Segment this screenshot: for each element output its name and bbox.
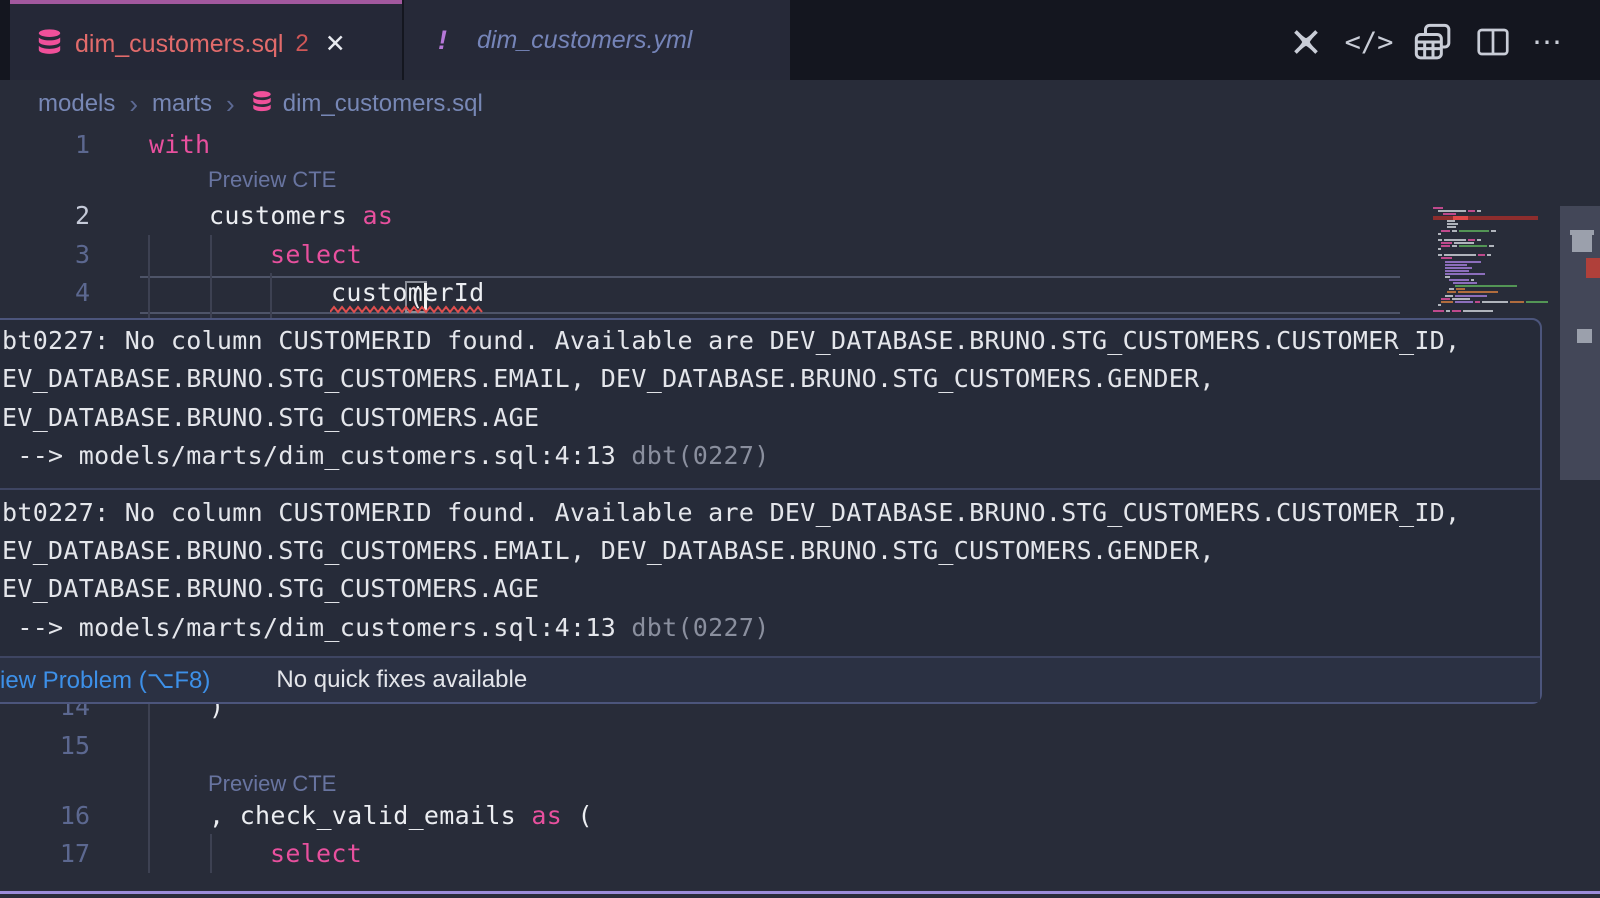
- editor-window: dim_customers.sql 2 ✕ ! dim_customers.ym…: [0, 0, 1600, 898]
- error-location: --> models/marts/dim_customers.sql:4:13 …: [2, 437, 1530, 475]
- minimap-code-line: [1404, 233, 1544, 235]
- minimap[interactable]: [1404, 207, 1544, 327]
- error-text: bt0227: No column CUSTOMERID found. Avai…: [2, 322, 1530, 360]
- code-line-1[interactable]: 1 with: [0, 125, 1400, 164]
- minimap-code-line: [1404, 254, 1544, 256]
- error-hover-popup: bt0227: No column CUSTOMERID found. Avai…: [0, 318, 1542, 704]
- minimap-code-line: [1404, 267, 1544, 269]
- tab-dim-customers-yml[interactable]: ! dim_customers.yml: [404, 0, 790, 80]
- code-line-4[interactable]: 4 customerId: [0, 273, 1400, 312]
- error-text: EV_DATABASE.BRUNO.STG_CUSTOMERS.EMAIL, D…: [2, 532, 1530, 570]
- code-text: with: [149, 125, 210, 164]
- warning-bang-icon: !: [438, 25, 447, 56]
- code-text: select: [270, 834, 362, 873]
- minimap-code-line: [1404, 261, 1544, 263]
- error-message-block: bt0227: No column CUSTOMERID found. Avai…: [0, 490, 1540, 657]
- ruler-mark: [1572, 234, 1592, 252]
- minimap-code-line: [1404, 298, 1544, 300]
- breadcrumb-models[interactable]: models: [38, 90, 115, 118]
- close-icon[interactable]: ✕: [325, 29, 346, 59]
- more-actions-icon[interactable]: ⋯: [1522, 22, 1574, 62]
- minimap-code-line: [1404, 291, 1544, 293]
- code-text: customers as: [209, 196, 393, 235]
- tab-label: dim_customers.yml: [477, 26, 692, 55]
- error-code: dbt(0227): [631, 613, 769, 642]
- error-text: EV_DATABASE.BRUNO.STG_CUSTOMERS.EMAIL, D…: [2, 360, 1530, 398]
- minimap-code-line: [1404, 257, 1544, 259]
- error-text: bt0227: No column CUSTOMERID found. Avai…: [2, 494, 1530, 532]
- code-line-2[interactable]: 2 customers as: [0, 196, 1400, 235]
- line-number: 2: [0, 196, 90, 235]
- database-icon: [36, 28, 63, 60]
- error-squiggle: [330, 305, 486, 314]
- view-problem-link[interactable]: iew Problem (⌥F8): [0, 666, 210, 695]
- minimap-code-line: [1404, 301, 1544, 303]
- scrollbar[interactable]: [1558, 160, 1600, 898]
- minimap-code-line: [1404, 230, 1544, 232]
- minimap-code-line: [1404, 242, 1544, 244]
- minimap-code-line: [1404, 276, 1544, 278]
- line-number: 15: [0, 726, 90, 765]
- minimap-code-line: [1404, 245, 1544, 247]
- panel-border-line: [0, 891, 1600, 894]
- line-number: 16: [0, 796, 90, 835]
- code-text: select: [270, 235, 362, 274]
- minimap-code-line: [1404, 270, 1544, 272]
- codelens-preview-cte[interactable]: Preview CTE: [208, 164, 336, 196]
- breadcrumb-file[interactable]: dim_customers.sql: [283, 90, 483, 118]
- code-line-15[interactable]: 15: [0, 726, 1400, 765]
- line-number: 3: [0, 235, 90, 274]
- line-number: 1: [0, 125, 90, 164]
- line-number: 4: [0, 273, 90, 312]
- minimap-code-line: [1404, 210, 1544, 212]
- breadcrumb: models › marts › dim_customers.sql: [38, 84, 483, 124]
- tab-error-count-badge: 2: [295, 30, 308, 58]
- minimap-code-line: [1404, 226, 1544, 228]
- tab-label: dim_customers.sql: [75, 30, 283, 59]
- code-line-3[interactable]: 3 select: [0, 235, 1400, 274]
- minimap-code-line: [1404, 207, 1544, 209]
- minimap-code-line: [1404, 279, 1544, 281]
- minimap-code-line: [1404, 213, 1544, 215]
- minimap-code-line: [1404, 288, 1544, 290]
- quick-fix-status: No quick fixes available: [276, 666, 527, 694]
- minimap-code-line: [1404, 304, 1544, 306]
- database-icon: [251, 90, 273, 119]
- minimap-code-line: [1404, 282, 1544, 284]
- code-line-17[interactable]: 17 select: [0, 834, 1400, 873]
- copy-table-icon[interactable]: [1406, 22, 1460, 62]
- error-code: dbt(0227): [631, 441, 769, 470]
- breadcrumb-marts[interactable]: marts: [152, 90, 212, 118]
- code-line-16[interactable]: 16 , check_valid_emails as (: [0, 796, 1400, 835]
- tab-dim-customers-sql[interactable]: dim_customers.sql 2 ✕: [10, 0, 402, 84]
- minimap-code-line: [1404, 220, 1544, 222]
- tab-bar: dim_customers.sql 2 ✕ ! dim_customers.ym…: [0, 0, 1600, 80]
- error-text: EV_DATABASE.BRUNO.STG_CUSTOMERS.AGE: [2, 570, 1530, 608]
- ruler-error-mark: [1586, 258, 1600, 278]
- minimap-code-line: [1404, 248, 1544, 250]
- error-location: --> models/marts/dim_customers.sql:4:13 …: [2, 609, 1530, 647]
- minimap-code-line: [1404, 285, 1544, 287]
- dbt-logo-icon[interactable]: [1280, 22, 1332, 62]
- chevron-right-icon: ›: [129, 89, 138, 120]
- minimap-code-line: [1404, 295, 1544, 297]
- chevron-right-icon: ›: [226, 89, 235, 120]
- minimap-code-line: [1404, 310, 1544, 312]
- ruler-mark: [1577, 329, 1592, 343]
- minimap-code-line: [1404, 239, 1544, 241]
- error-text: EV_DATABASE.BRUNO.STG_CUSTOMERS.AGE: [2, 399, 1530, 437]
- minimap-code-line: [1404, 223, 1544, 225]
- minimap-code-line: [1404, 264, 1544, 266]
- line-number: 17: [0, 834, 90, 873]
- compiled-code-icon[interactable]: </>: [1338, 22, 1400, 62]
- hover-status-bar: iew Problem (⌥F8) No quick fixes availab…: [0, 658, 1540, 702]
- code-text: , check_valid_emails as (: [209, 796, 593, 835]
- split-editor-icon[interactable]: [1470, 22, 1516, 62]
- minimap-code-line: [1404, 273, 1544, 275]
- error-message-block: bt0227: No column CUSTOMERID found. Avai…: [0, 320, 1540, 488]
